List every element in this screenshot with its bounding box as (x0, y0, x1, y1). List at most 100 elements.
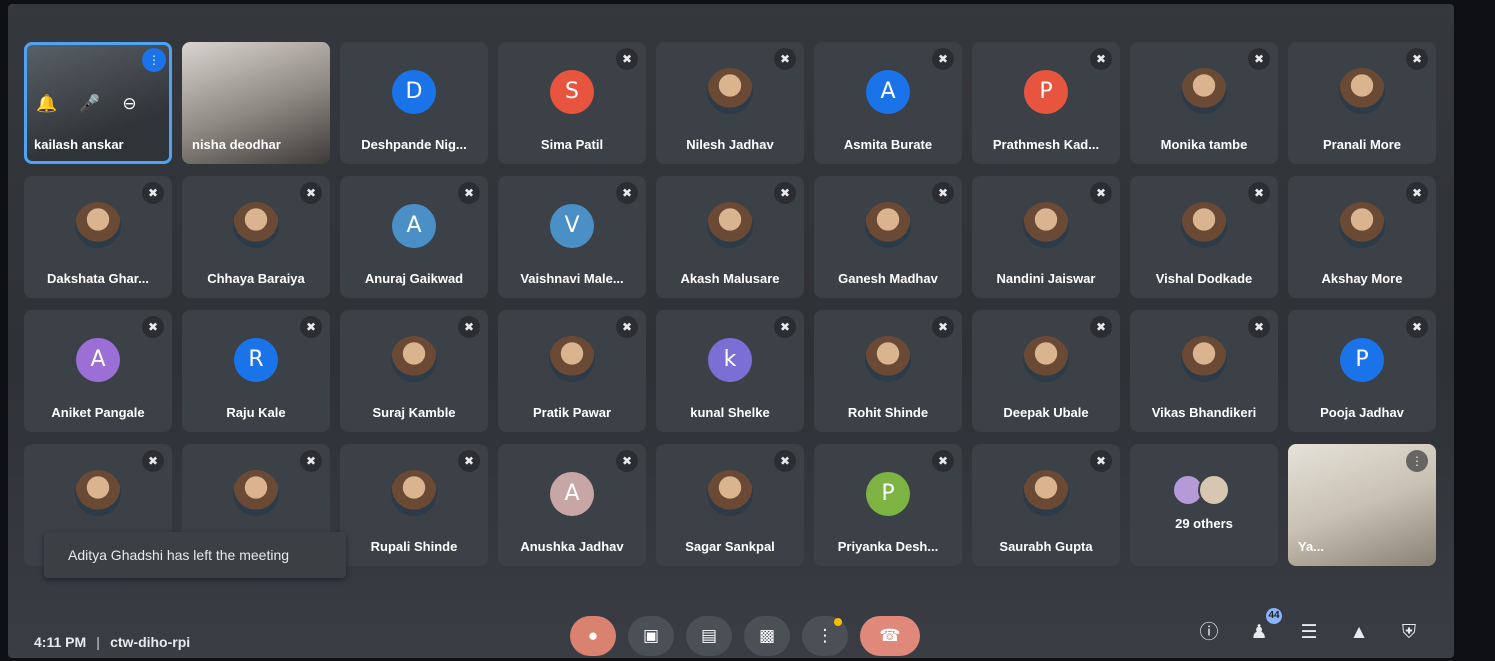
participant-tile[interactable]: ✖ A Aniket Pangale (24, 310, 172, 432)
participant-tile[interactable]: nisha deodhar (182, 42, 330, 164)
participant-tile[interactable]: ✖ Sagar Sankpal (656, 444, 804, 566)
avatar (865, 202, 911, 248)
participant-tile[interactable]: ✖ Akshay More (1288, 176, 1436, 298)
mic-muted-icon: ✖ (616, 450, 638, 472)
participant-name: Monika tambe (1160, 137, 1248, 152)
mic-muted-icon: ✖ (1406, 48, 1428, 70)
camera-icon: ▣ (642, 626, 660, 645)
camera-button[interactable]: ▣ (628, 616, 674, 656)
participant-tile[interactable]: ✖ P Pooja Jadhav (1288, 310, 1436, 432)
mic-muted-icon: ✖ (300, 316, 322, 338)
shield-icon: ⛨ (1401, 622, 1417, 643)
participant-tile[interactable]: ✖ Pratik Pawar (498, 310, 646, 432)
participant-name: Prathmesh Kad... (992, 137, 1100, 152)
mic-muted-icon: ✖ (458, 182, 480, 204)
avatar-letter: A (76, 338, 120, 382)
participant-tile[interactable]: ✖ Akash Malusare (656, 176, 804, 298)
self-controls: 🔔 🎤 ⊖ (36, 94, 137, 114)
participant-tile[interactable]: ✖ k kunal Shelke (656, 310, 804, 432)
more-options-icon[interactable]: ⋮ (1406, 450, 1428, 472)
participant-tile[interactable]: ✖ Rupali Shinde (340, 444, 488, 566)
participant-name: Priyanka Desh... (837, 539, 939, 554)
mic-muted-icon: ✖ (1090, 450, 1112, 472)
others-tile[interactable]: 29 others (1130, 444, 1278, 566)
participant-tile[interactable]: ✖ Pranali More (1288, 42, 1436, 164)
host-controls-button[interactable]: ⛨ (1396, 620, 1422, 646)
mic-muted-icon: ✖ (1090, 182, 1112, 204)
captions-icon: ▤ (700, 626, 718, 645)
avatar (1198, 474, 1230, 506)
mic-off-button[interactable]: ● (570, 616, 616, 656)
participant-name: Sagar Sankpal (685, 539, 775, 554)
participant-name: Pranali More (1322, 137, 1402, 152)
avatar (1181, 202, 1227, 248)
avatar-letter: R (234, 338, 278, 382)
hang-up-icon: ☎ (879, 626, 901, 645)
participant-tile[interactable]: D Deshpande Nig... (340, 42, 488, 164)
participant-tile[interactable]: ✖ A Anuraj Gaikwad (340, 176, 488, 298)
mic-muted-icon: ✖ (932, 316, 954, 338)
avatar (233, 202, 279, 248)
participant-name: Dakshata Ghar... (47, 271, 149, 286)
more-vert-icon: ⋮ (816, 626, 834, 645)
avatar (1023, 336, 1069, 382)
avatar-letter: V (550, 204, 594, 248)
participant-tile[interactable]: ✖ V Vaishnavi Male... (498, 176, 646, 298)
participant-tile[interactable]: ✖ Monika tambe (1130, 42, 1278, 164)
participant-name: kunal Shelke (690, 405, 770, 420)
chat-button[interactable]: ☰ (1296, 620, 1322, 646)
activities-icon: ▲ (1349, 622, 1369, 643)
presenter-tile[interactable]: ⋮ Ya... (1288, 444, 1436, 566)
leave-call-button[interactable]: ☎ (860, 616, 920, 656)
avatar-letter: P (1340, 338, 1384, 382)
participant-tile[interactable]: ✖ Rohit Shinde (814, 310, 962, 432)
mic-icon[interactable]: 🎤 (79, 94, 100, 114)
participant-tile[interactable]: ✖ A Asmita Burate (814, 42, 962, 164)
meeting-info-button[interactable]: ⓘ (1196, 620, 1222, 646)
participant-tile[interactable]: ✖ Dakshata Ghar... (24, 176, 172, 298)
participant-tile[interactable]: ✖ P Priyanka Desh... (814, 444, 962, 566)
participant-tile[interactable]: ✖ Deepak Ubale (972, 310, 1120, 432)
meeting-details[interactable]: 4:11 PM | ctw-diho-rpi (34, 634, 190, 650)
mic-muted-icon: ✖ (142, 182, 164, 204)
more-options-button[interactable]: ⋮ (802, 616, 848, 656)
participant-tile[interactable]: ✖ A Anushka Jadhav (498, 444, 646, 566)
participant-tile[interactable]: ✖ Chhaya Baraiya (182, 176, 330, 298)
participant-tile[interactable]: ✖ S Sima Patil (498, 42, 646, 164)
avatar (1181, 336, 1227, 382)
avatar-letter: A (866, 70, 910, 114)
participant-name: Aniket Pangale (51, 405, 145, 420)
present-screen-icon: ▩ (758, 626, 776, 645)
participant-name: Pratik Pawar (532, 405, 612, 420)
participant-tile[interactable]: ✖ P Prathmesh Kad... (972, 42, 1120, 164)
speaking-indicator-icon: ⋮ (142, 48, 166, 72)
avatar (391, 470, 437, 516)
captions-button[interactable]: ▤ (686, 616, 732, 656)
avatar (1339, 68, 1385, 114)
avatar (1023, 202, 1069, 248)
self-tile[interactable]: ⋮ 🔔 🎤 ⊖ kailash anskar (24, 42, 172, 164)
participant-name: Raju Kale (226, 405, 286, 420)
people-icon: ♟ (1250, 622, 1268, 643)
people-button[interactable]: ♟ 44 (1246, 608, 1282, 646)
participant-name: Pooja Jadhav (1320, 405, 1404, 420)
present-button[interactable]: ▩ (744, 616, 790, 656)
participant-tile[interactable]: ✖ R Raju Kale (182, 310, 330, 432)
minus-circle-icon[interactable]: ⊖ (122, 94, 136, 114)
participant-tile[interactable]: ✖ Vikas Bhandikeri (1130, 310, 1278, 432)
avatar (233, 470, 279, 516)
participant-name: Ganesh Madhav (838, 271, 938, 286)
mic-off-icon: ● (587, 626, 599, 645)
mic-muted-icon: ✖ (932, 48, 954, 70)
participant-tile[interactable]: ✖ Ganesh Madhav (814, 176, 962, 298)
activities-button[interactable]: ▲ (1346, 620, 1372, 646)
avatar (391, 336, 437, 382)
participant-tile[interactable]: ✖ Nandini Jaiswar (972, 176, 1120, 298)
participant-tile[interactable]: ✖ Saurabh Gupta (972, 444, 1120, 566)
bell-icon[interactable]: 🔔 (36, 94, 57, 114)
participant-name: Vikas Bhandikeri (1151, 405, 1257, 420)
participant-tile[interactable]: ✖ Suraj Kamble (340, 310, 488, 432)
participant-tile[interactable]: ✖ Vishal Dodkade (1130, 176, 1278, 298)
mic-muted-icon: ✖ (300, 450, 322, 472)
participant-tile[interactable]: ✖ Nilesh Jadhav (656, 42, 804, 164)
